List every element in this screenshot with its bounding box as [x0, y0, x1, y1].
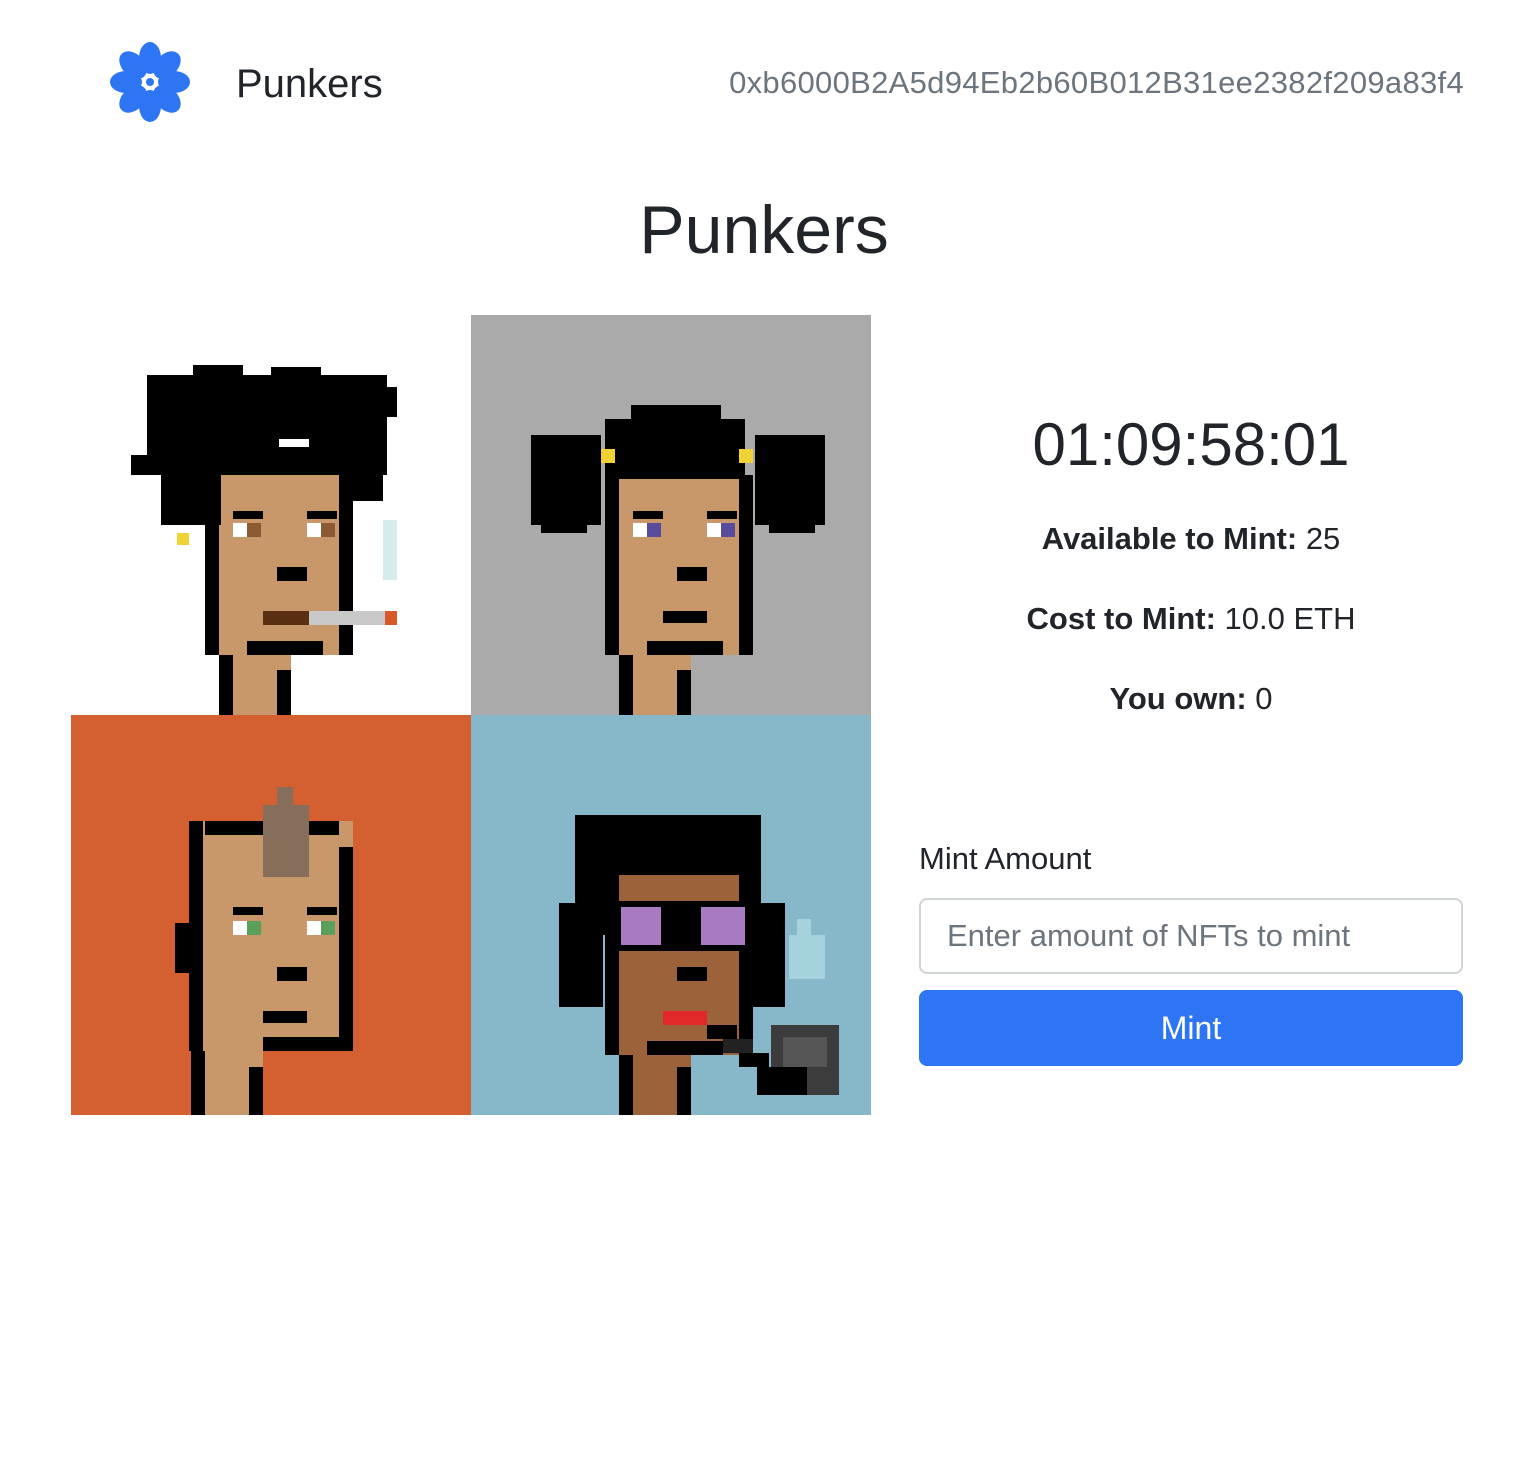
stat-owned-value: 0 — [1255, 681, 1273, 716]
punk-image-4 — [471, 715, 871, 1115]
navbar: Punkers 0xb6000B2A5d94Eb2b60B012B31ee238… — [0, 0, 1528, 168]
navbar-brand[interactable]: Punkers — [236, 58, 383, 110]
stat-owned: You own: 0 — [919, 678, 1463, 720]
mint-amount-input[interactable] — [919, 898, 1463, 974]
nft-image-grid — [71, 315, 871, 1115]
punk-image-3 — [71, 715, 471, 1115]
stat-owned-label: You own: — [1109, 681, 1247, 716]
stat-cost-label: Cost to Mint: — [1026, 601, 1216, 636]
flower-logo-icon[interactable] — [108, 40, 192, 124]
stat-available-value: 25 — [1305, 521, 1341, 556]
stat-available-label: Available to Mint: — [1041, 521, 1298, 556]
stat-available: Available to Mint: 25 — [919, 518, 1463, 560]
stat-cost: Cost to Mint: 10.0 ETH — [919, 598, 1463, 640]
mint-info-panel: 01:09:58:01 Available to Mint: 25 Cost t… — [919, 400, 1463, 758]
countdown-timer: 01:09:58:01 — [1032, 411, 1350, 478]
stat-cost-value: 10.0 ETH — [1224, 601, 1356, 636]
wallet-address: 0xb6000B2A5d94Eb2b60B012B31ee2382f209a83… — [729, 65, 1464, 100]
page-title: Punkers — [639, 192, 889, 268]
mint-form: Mint Amount Mint — [919, 836, 1463, 1066]
mint-amount-label: Mint Amount — [919, 841, 1092, 876]
punk-image-2 — [471, 315, 871, 715]
punk-image-1 — [71, 315, 471, 715]
mint-button[interactable]: Mint — [919, 990, 1463, 1066]
